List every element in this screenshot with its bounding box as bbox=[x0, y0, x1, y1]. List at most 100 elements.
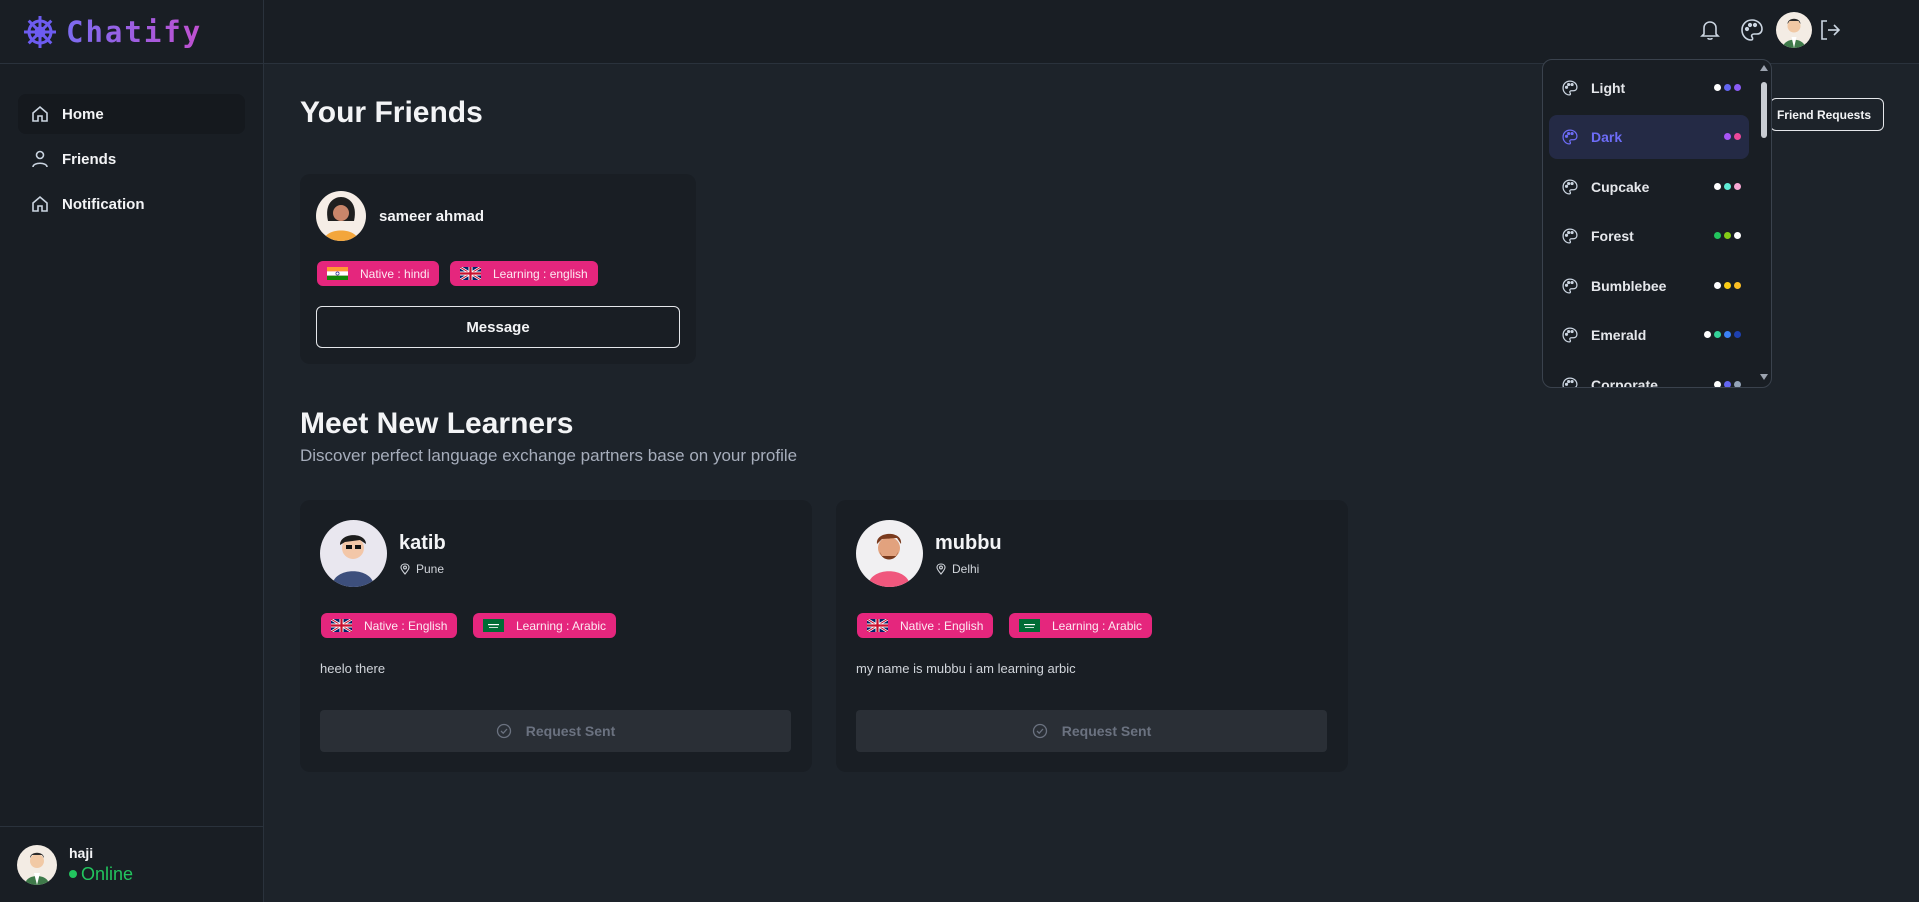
map-pin-icon bbox=[400, 563, 410, 575]
ship-wheel-icon bbox=[24, 15, 56, 48]
sidebar-item-label: Friends bbox=[62, 150, 117, 168]
color-swatch bbox=[1734, 232, 1741, 239]
theme-option-cupcake[interactable]: Cupcake bbox=[1549, 165, 1749, 209]
check-circle-icon bbox=[1032, 723, 1047, 739]
theme-option-label: Cupcake bbox=[1591, 179, 1650, 195]
friends-title: Your Friends bbox=[300, 96, 483, 129]
palette-icon bbox=[1562, 377, 1578, 387]
palette-icon bbox=[1562, 179, 1578, 195]
theme-swatches bbox=[1714, 84, 1741, 91]
color-swatch bbox=[1714, 282, 1721, 289]
dropdown-scrollbar[interactable] bbox=[1757, 60, 1771, 387]
theme-swatches bbox=[1714, 282, 1741, 289]
avatar bbox=[856, 520, 923, 587]
theme-swatches bbox=[1714, 381, 1741, 387]
sidebar-nav: Home Friends Notification bbox=[0, 64, 263, 224]
color-swatch bbox=[1734, 133, 1741, 140]
theme-option-forest[interactable]: Forest bbox=[1549, 214, 1749, 258]
theme-swatches bbox=[1714, 183, 1741, 190]
theme-option-label: Dark bbox=[1591, 129, 1623, 145]
learner-location: Pune bbox=[399, 562, 444, 576]
theme-option-label: Emerald bbox=[1591, 327, 1647, 343]
color-swatch bbox=[1724, 331, 1731, 338]
home-icon bbox=[32, 195, 48, 212]
native-language-badge: Native : English bbox=[321, 613, 458, 638]
check-circle-icon bbox=[496, 723, 511, 739]
palette-icon bbox=[1562, 228, 1578, 244]
saudi-flag-icon bbox=[483, 619, 504, 632]
request-sent-button[interactable]: Request Sent bbox=[320, 710, 791, 752]
color-swatch bbox=[1734, 331, 1741, 338]
message-button[interactable]: Message bbox=[316, 306, 680, 348]
avatar bbox=[316, 191, 366, 241]
saudi-flag-icon bbox=[1019, 619, 1040, 632]
user-icon bbox=[32, 150, 48, 168]
profile-name: haji bbox=[69, 844, 94, 861]
uk-flag-icon bbox=[460, 267, 481, 280]
theme-option-bumblebee[interactable]: Bumblebee bbox=[1549, 264, 1749, 308]
theme-swatches bbox=[1724, 133, 1741, 140]
learner-card: katib Pune Native : English Learning : A… bbox=[300, 500, 812, 772]
sidebar-item-home[interactable]: Home bbox=[18, 94, 245, 134]
palette-icon bbox=[1562, 80, 1578, 96]
online-dot bbox=[69, 870, 77, 878]
color-swatch bbox=[1724, 381, 1731, 387]
uk-flag-icon bbox=[867, 619, 888, 632]
theme-option-label: Bumblebee bbox=[1591, 278, 1667, 294]
palette-icon bbox=[1562, 327, 1578, 343]
sidebar-item-notification[interactable]: Notification bbox=[18, 184, 245, 224]
scroll-up-icon[interactable] bbox=[1759, 64, 1769, 72]
color-swatch bbox=[1734, 183, 1741, 190]
learner-name: mubbu bbox=[935, 532, 1002, 554]
theme-swatches bbox=[1714, 232, 1741, 239]
sidebar-item-friends[interactable]: Friends bbox=[18, 139, 245, 179]
color-swatch bbox=[1724, 183, 1731, 190]
status-badge: Online bbox=[69, 864, 133, 885]
color-swatch bbox=[1734, 84, 1741, 91]
color-swatch bbox=[1724, 133, 1731, 140]
palette-icon[interactable] bbox=[1739, 17, 1765, 43]
learning-language-badge: Learning : Arabic bbox=[1009, 613, 1153, 638]
learner-bio: heelo there bbox=[320, 661, 386, 676]
learner-location: Delhi bbox=[935, 562, 979, 576]
request-sent-button[interactable]: Request Sent bbox=[856, 710, 1327, 752]
color-swatch bbox=[1734, 282, 1741, 289]
scroll-thumb[interactable] bbox=[1761, 82, 1767, 138]
palette-icon bbox=[1562, 278, 1578, 294]
learning-language-badge: Learning : Arabic bbox=[473, 613, 617, 638]
theme-option-emerald[interactable]: Emerald bbox=[1549, 313, 1749, 357]
theme-option-dark[interactable]: Dark bbox=[1549, 115, 1749, 159]
home-icon bbox=[32, 105, 48, 122]
map-pin-icon bbox=[936, 563, 946, 575]
color-swatch bbox=[1714, 183, 1721, 190]
theme-swatches bbox=[1704, 331, 1741, 338]
color-swatch bbox=[1714, 232, 1721, 239]
top-header bbox=[264, 0, 1919, 64]
color-swatch bbox=[1704, 331, 1711, 338]
bell-icon[interactable] bbox=[1697, 17, 1723, 43]
native-language-badge: Native : hindi bbox=[317, 261, 440, 286]
avatar bbox=[17, 844, 57, 885]
user-profile[interactable]: haji Online bbox=[0, 826, 264, 902]
color-swatch bbox=[1714, 84, 1721, 91]
brand[interactable]: Chatify bbox=[0, 0, 263, 64]
learning-language-badge: Learning : english bbox=[450, 261, 598, 286]
friend-card: sameer ahmad Native : hindi Learning : e… bbox=[300, 174, 696, 364]
friend-requests-button[interactable]: Friend Requests bbox=[1770, 98, 1884, 131]
logout-icon[interactable] bbox=[1817, 17, 1843, 43]
learners-title: Meet New Learners bbox=[300, 407, 574, 440]
sidebar: Chatify Home Friends Notification haji O… bbox=[0, 0, 264, 902]
palette-icon bbox=[1562, 129, 1578, 145]
sidebar-item-label: Notification bbox=[62, 195, 145, 213]
color-swatch bbox=[1724, 84, 1731, 91]
theme-option-label: Corporate bbox=[1591, 377, 1658, 388]
header-avatar[interactable] bbox=[1776, 12, 1812, 48]
theme-option-corporate[interactable]: Corporate bbox=[1549, 363, 1749, 388]
color-swatch bbox=[1724, 232, 1731, 239]
theme-option-light[interactable]: Light bbox=[1549, 66, 1749, 110]
color-swatch bbox=[1714, 331, 1721, 338]
learner-bio: my name is mubbu i am learning arbic bbox=[856, 661, 1076, 676]
scroll-down-icon[interactable] bbox=[1759, 373, 1769, 381]
theme-dropdown: Corporate Emerald Bumblebee Forest Cupcake Da… bbox=[1542, 59, 1772, 388]
learner-name: katib bbox=[399, 532, 446, 554]
